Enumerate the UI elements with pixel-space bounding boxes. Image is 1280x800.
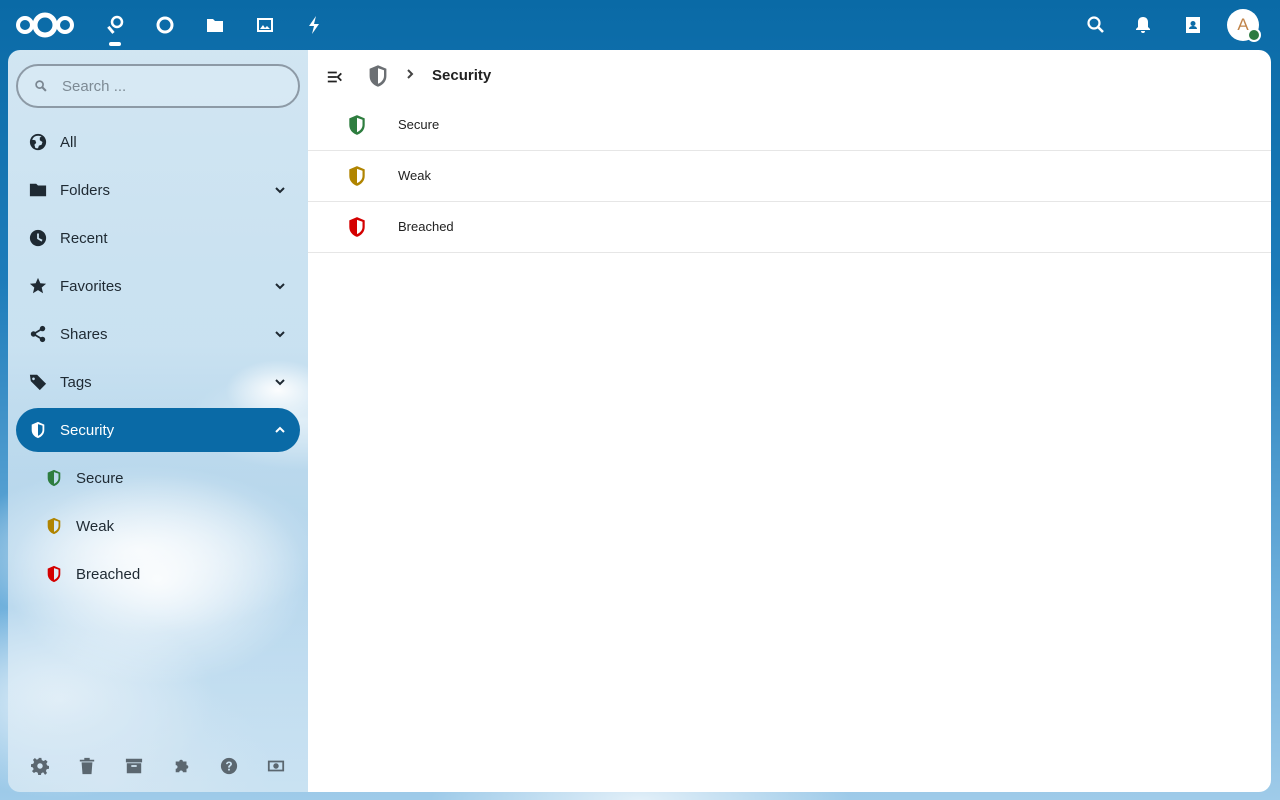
sidebar-item-tags[interactable]: Tags	[16, 360, 300, 404]
donate-icon[interactable]	[253, 754, 300, 778]
list-item-label: Weak	[398, 168, 431, 183]
key-icon	[107, 15, 124, 34]
sidebar-item-breached[interactable]: Breached	[16, 552, 300, 596]
archive-icon[interactable]	[111, 754, 158, 778]
search-input[interactable]	[62, 77, 262, 95]
image-icon	[257, 18, 273, 32]
chevron-right-icon	[404, 67, 420, 83]
page-title: Security	[432, 67, 492, 84]
circle-icon	[156, 16, 174, 34]
search-field[interactable]	[16, 64, 300, 108]
sidebar-item-weak[interactable]: Weak	[16, 504, 300, 548]
shield-secure-icon	[32, 456, 76, 500]
app-dashboard[interactable]	[150, 10, 180, 40]
list-item-secure[interactable]: Secure	[308, 100, 1271, 151]
chevron-down-icon[interactable]	[270, 276, 290, 296]
folder-icon	[207, 19, 223, 32]
nextcloud-logo[interactable]	[14, 12, 76, 38]
sidebar-item-shares[interactable]: Shares	[16, 312, 300, 356]
sidebar-item-label: Shares	[60, 325, 108, 343]
contacts-icon	[1186, 17, 1200, 33]
help-icon[interactable]	[205, 754, 252, 778]
trash-icon[interactable]	[63, 754, 110, 778]
sidebar-item-label: Security	[60, 421, 115, 439]
sidebar-item-label: Favorites	[60, 277, 122, 295]
sidebar-item-favorites[interactable]: Favorites	[16, 264, 300, 308]
sidebar-item-label: Recent	[60, 229, 108, 247]
list-item-label: Breached	[398, 219, 454, 234]
contacts-button[interactable]	[1177, 9, 1209, 41]
unified-search-button[interactable]	[1080, 9, 1112, 41]
toggle-sidebar-icon[interactable]	[326, 68, 346, 88]
sidebar-item-recent[interactable]: Recent	[16, 216, 300, 260]
bell-icon	[1136, 17, 1150, 33]
star-icon	[16, 264, 60, 308]
sidebar-item-label: Secure	[76, 469, 124, 487]
share-icon	[16, 312, 60, 356]
sidebar-item-folders[interactable]: Folders	[16, 168, 300, 212]
sidebar-item-label: Tags	[60, 373, 92, 391]
sidebar-footer	[16, 754, 300, 778]
online-status-indicator	[1247, 28, 1261, 42]
chevron-down-icon[interactable]	[270, 324, 290, 344]
active-app-indicator	[109, 42, 121, 46]
chevron-up-icon[interactable]	[270, 420, 290, 440]
list-item-breached[interactable]: Breached	[308, 202, 1271, 253]
sidebar-item-secure[interactable]: Secure	[16, 456, 300, 500]
app-passwords[interactable]	[100, 10, 130, 46]
list-item-weak[interactable]: Weak	[308, 151, 1271, 202]
shield-breached-icon	[346, 215, 368, 239]
shield-weak-icon	[32, 504, 76, 548]
sidebar-item-all[interactable]: All	[16, 120, 300, 164]
sidebar-item-label: Folders	[60, 181, 111, 199]
sidebar-item-security[interactable]: Security	[16, 408, 300, 452]
shield-icon[interactable]	[366, 64, 390, 88]
app-header: A	[0, 0, 1280, 50]
shield-secure-icon	[346, 113, 368, 137]
sidebar-item-label: All	[60, 133, 77, 151]
app-photos[interactable]	[250, 10, 280, 40]
folder-icon	[16, 168, 60, 212]
chevron-down-icon[interactable]	[270, 180, 290, 200]
list-item-label: Secure	[398, 117, 440, 132]
tag-icon	[16, 360, 60, 404]
chevron-down-icon[interactable]	[270, 372, 290, 392]
sidebar-nav: All Folders Recent Favorites Shares Tags…	[16, 120, 300, 600]
search-icon	[35, 80, 47, 92]
sidebar-item-label: Weak	[76, 517, 115, 535]
main-content: Security Secure Weak Breached	[308, 50, 1271, 792]
notifications-button[interactable]	[1127, 9, 1159, 41]
shield-weak-icon	[346, 164, 368, 188]
globe-icon	[16, 120, 60, 164]
puzzle-icon[interactable]	[158, 754, 205, 778]
search-icon	[1087, 16, 1104, 33]
sidebar-item-label: Breached	[76, 565, 141, 583]
app-files[interactable]	[200, 10, 230, 40]
shield-breached-icon	[32, 552, 76, 596]
app-activity[interactable]	[300, 10, 330, 40]
navigation-sidebar: All Folders Recent Favorites S	[8, 50, 308, 792]
breadcrumb: Security	[308, 50, 1271, 100]
lightning-icon	[309, 16, 319, 34]
shield-icon	[16, 408, 60, 452]
settings-icon[interactable]	[16, 754, 63, 778]
clock-icon	[16, 216, 60, 260]
